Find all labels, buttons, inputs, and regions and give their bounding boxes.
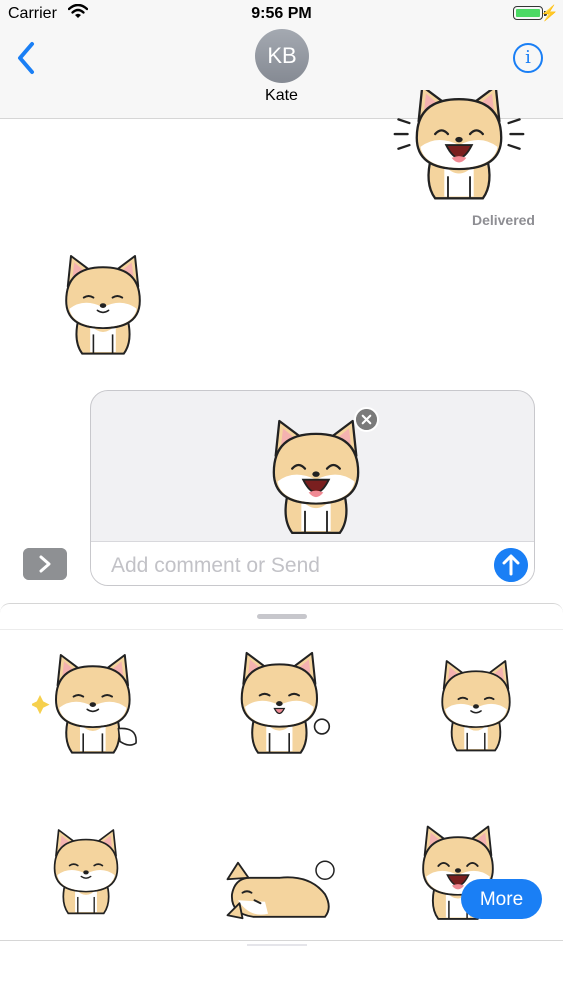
send-arrow-icon[interactable] <box>494 548 528 582</box>
delivered-status: Delivered <box>471 212 535 228</box>
charging-icon: ⚡ <box>540 5 559 22</box>
more-button[interactable]: More <box>461 879 542 919</box>
remove-attachment-icon[interactable] <box>354 407 379 432</box>
page-indicator <box>247 944 307 946</box>
drawer-grabber[interactable] <box>257 614 307 619</box>
sticker-calm-sitting[interactable] <box>432 655 520 755</box>
sticker-tongue-out[interactable] <box>230 648 332 756</box>
drawer-separator <box>0 629 563 630</box>
sticker-sparkle-wag[interactable] <box>32 650 144 756</box>
battery-icon <box>513 6 543 20</box>
back-chevron-icon[interactable] <box>12 38 42 78</box>
compose-box <box>90 390 535 586</box>
received-sticker-calm[interactable] <box>55 248 151 360</box>
sticker-lying-down[interactable] <box>220 855 340 923</box>
compose-input-bar <box>91 542 534 585</box>
status-time: 9:56 PM <box>251 5 312 22</box>
sticker-calm-standing[interactable] <box>45 815 127 927</box>
expand-apps-chevron-icon[interactable] <box>23 548 67 580</box>
drawer-bottom-line <box>0 940 563 941</box>
status-bar: Carrier 9:56 PM ⚡ <box>0 0 563 28</box>
avatar[interactable]: KB <box>255 29 309 83</box>
message-input[interactable] <box>109 552 473 580</box>
sent-sticker-laughing[interactable] <box>388 90 530 202</box>
staged-sticker-happy <box>261 411 371 541</box>
info-icon[interactable]: i <box>513 43 543 73</box>
